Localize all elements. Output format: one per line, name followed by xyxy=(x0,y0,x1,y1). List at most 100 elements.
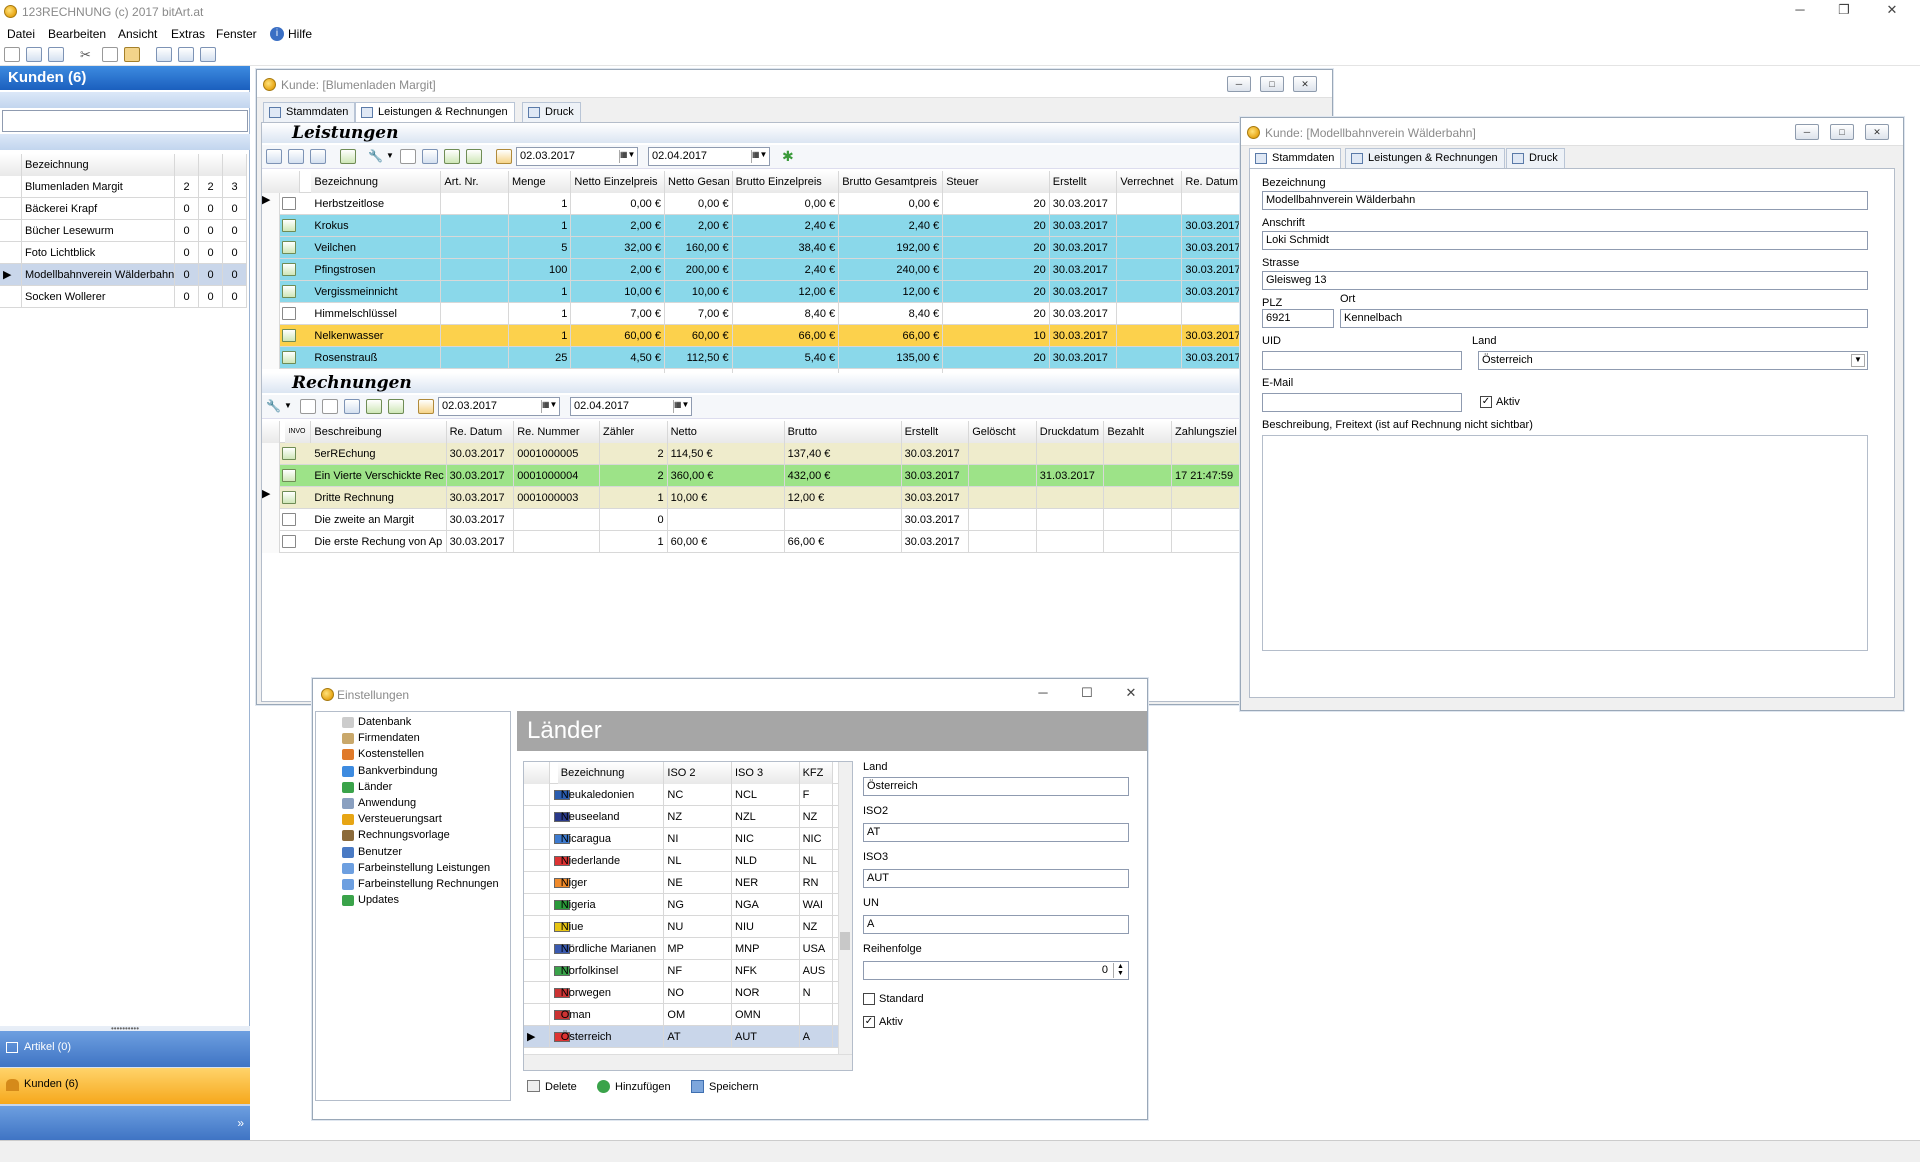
minimize-icon[interactable]: ─ xyxy=(1795,124,1819,140)
tree-item[interactable]: Updates xyxy=(342,894,399,907)
un-field[interactable]: A xyxy=(863,915,1129,934)
copy-invoice-icon[interactable] xyxy=(322,399,338,414)
aktiv-checkbox[interactable]: ✓ xyxy=(1480,396,1492,408)
table-row[interactable]: Socken Wollerer 0 0 0 xyxy=(0,286,247,308)
column-header[interactable]: Re. Datum xyxy=(446,421,515,443)
tile-horizontal-icon[interactable] xyxy=(178,47,194,62)
maximize-icon[interactable]: ☐ xyxy=(1069,685,1105,701)
table-row[interactable]: Krokus 1 2,00 €2,00 €2,40 €2,40 €20 30.03.2… xyxy=(262,215,1329,237)
tree-item[interactable]: Farbeinstellung Rechnungen xyxy=(342,878,499,890)
menu-ansicht[interactable]: Ansicht xyxy=(118,27,157,41)
table-row[interactable]: ▶ Dritte Rechnung 30.03.2017 0001000003 1 10,… xyxy=(262,487,1329,509)
menu-extras[interactable]: Extras xyxy=(171,27,205,41)
chevron-down-icon[interactable]: » xyxy=(237,1116,244,1130)
copy-icon[interactable] xyxy=(102,47,118,62)
close-icon[interactable]: ✕ xyxy=(1874,2,1910,18)
paid-icon[interactable] xyxy=(388,399,404,414)
table-row[interactable]: Himmelschlüssel 1 7,00 €7,00 €8,40 €8,40 €… xyxy=(262,303,1329,325)
wrench-icon[interactable]: 🔧 xyxy=(266,399,282,414)
cut-icon[interactable]: ✂ xyxy=(80,47,96,62)
menu-datei[interactable]: Datei xyxy=(7,27,35,41)
confirm-icon[interactable] xyxy=(466,149,482,164)
rechnungen-date-to[interactable]: 02.04.2017 ▦▼ xyxy=(570,397,692,416)
send-invoice-icon[interactable] xyxy=(366,399,382,414)
invoice-icon[interactable] xyxy=(422,149,438,164)
leistungen-date-to[interactable]: 02.04.2017 ▦▼ xyxy=(648,147,770,166)
minimize-icon[interactable]: ─ xyxy=(1227,76,1251,92)
table-row[interactable]: Rosenstrauß 25 4,50 €112,50 €5,40 €135,00 … xyxy=(262,347,1329,369)
leistungen-date-from[interactable]: 02.03.2017 ▦▼ xyxy=(516,147,638,166)
iso2-field[interactable]: AT xyxy=(863,823,1129,842)
land-select[interactable]: Österreich ▼ xyxy=(1478,351,1868,370)
plz-field[interactable]: 6921 xyxy=(1262,309,1334,328)
bezeichnung-field[interactable]: Modellbahnverein Wälderbahn xyxy=(1262,191,1868,210)
table-row[interactable]: 5erREchung 30.03.2017 0001000005 2 114,50 €1… xyxy=(262,443,1329,465)
iso3-field[interactable]: AUT xyxy=(863,869,1129,888)
column-header-bezeichnung[interactable]: Bezeichnung xyxy=(22,154,175,176)
email-field[interactable] xyxy=(1262,393,1462,412)
column-header[interactable]: ISO 2 xyxy=(664,762,732,784)
land-field[interactable]: Österreich xyxy=(863,777,1129,796)
save-button[interactable]: Speichern xyxy=(709,1081,759,1093)
laender-hscrollbar[interactable] xyxy=(524,1054,852,1070)
column-header[interactable]: Brutto Gesamtpreis xyxy=(839,171,944,193)
table-row[interactable]: Foto Lichtblick 0 0 0 xyxy=(0,242,247,264)
tree-item[interactable]: Datenbank xyxy=(342,716,411,728)
table-row[interactable]: Die zweite an Margit 30.03.2017 0 30.03.201… xyxy=(262,509,1329,531)
close-icon[interactable]: ✕ xyxy=(1293,76,1317,92)
table-row[interactable]: Niue NU NIU NZ xyxy=(524,916,852,938)
column-header[interactable]: Erstellt xyxy=(901,421,970,443)
column-header[interactable]: Bezahlt xyxy=(1104,421,1172,443)
column-header[interactable]: Druckdatum xyxy=(1036,421,1105,443)
tab-leistungen-rechnungen[interactable]: Leistungen & Rechnungen xyxy=(355,102,515,123)
column-header[interactable]: Bezeichnung xyxy=(557,762,665,784)
table-row[interactable]: Blumenladen Margit 2 2 3 xyxy=(0,176,247,198)
refresh-icon[interactable]: ✱ xyxy=(782,148,794,165)
rechnungen-date-from[interactable]: 02.03.2017 ▦▼ xyxy=(438,397,560,416)
uid-field[interactable] xyxy=(1262,351,1462,370)
table-row[interactable]: Norwegen NO NOR N xyxy=(524,982,852,1004)
table-row[interactable]: Nicaragua NI NIC NIC xyxy=(524,828,852,850)
column-header[interactable]: Re. Datum xyxy=(1182,171,1248,193)
column-header[interactable]: Netto Einzelpreis xyxy=(571,171,665,193)
import-icon[interactable] xyxy=(340,149,356,164)
column-header[interactable]: Brutto xyxy=(784,421,902,443)
table-row[interactable]: Die erste Rechung von Ap 30.03.2017 1 60,00… xyxy=(262,531,1329,553)
table-row[interactable]: Pfingstrosen 100 2,00 €200,00 €2,40 €240,0… xyxy=(262,259,1329,281)
new-leistung-icon[interactable] xyxy=(400,149,416,164)
calendar-icon[interactable] xyxy=(496,149,512,164)
cascade-windows-icon[interactable] xyxy=(156,47,172,62)
standard-checkbox[interactable] xyxy=(863,993,875,1005)
scroll-thumb[interactable] xyxy=(840,932,850,950)
send-icon[interactable] xyxy=(444,149,460,164)
table-row[interactable]: Niger NE NER RN xyxy=(524,872,852,894)
edit-group-icon[interactable] xyxy=(288,149,304,164)
anschrift-field[interactable]: Loki Schmidt xyxy=(1262,231,1868,250)
close-icon[interactable]: ✕ xyxy=(1865,124,1889,140)
table-row[interactable]: Nördliche Marianen MP MNP USA xyxy=(524,938,852,960)
column-header[interactable]: ISO 3 xyxy=(732,762,800,784)
column-header[interactable]: INVO xyxy=(285,421,312,443)
beschreibung-textarea[interactable] xyxy=(1262,435,1868,651)
tree-item[interactable]: Anwendung xyxy=(342,797,416,809)
table-row[interactable]: Nelkenwasser 1 60,00 €60,00 €66,00 €66,00 … xyxy=(262,325,1329,347)
column-header[interactable]: Netto xyxy=(667,421,785,443)
delete-button[interactable]: Delete xyxy=(545,1081,577,1093)
dropdown-arrow-icon[interactable]: ▼ xyxy=(284,401,292,410)
ort-field[interactable]: Kennelbach xyxy=(1340,309,1868,328)
column-header[interactable]: Erstellt xyxy=(1049,171,1118,193)
table-row[interactable]: Vergissmeinnicht 1 10,00 €10,00 €12,00 €12… xyxy=(262,281,1329,303)
column-header[interactable]: Beschreibung xyxy=(311,421,447,443)
menu-fenster[interactable]: Fenster xyxy=(216,27,257,41)
add-group-icon[interactable] xyxy=(266,149,282,164)
calendar-icon[interactable] xyxy=(418,399,434,414)
column-header[interactable]: Zahlungsziel xyxy=(1172,421,1240,443)
table-row[interactable]: ▶ Österreich AT AUT A xyxy=(524,1026,852,1048)
table-row[interactable]: Norfolkinsel NF NFK AUS xyxy=(524,960,852,982)
table-row[interactable]: Bücher Lesewurm 0 0 0 xyxy=(0,220,247,242)
table-row[interactable]: Niederlande NL NLD NL xyxy=(524,850,852,872)
tree-item[interactable]: Benutzer xyxy=(342,846,402,858)
wrench-icon[interactable]: 🔧 xyxy=(368,149,384,164)
aktiv-checkbox[interactable]: ✓ xyxy=(863,1016,875,1028)
nav-artikel-button[interactable]: Artikel (0) xyxy=(0,1031,250,1067)
